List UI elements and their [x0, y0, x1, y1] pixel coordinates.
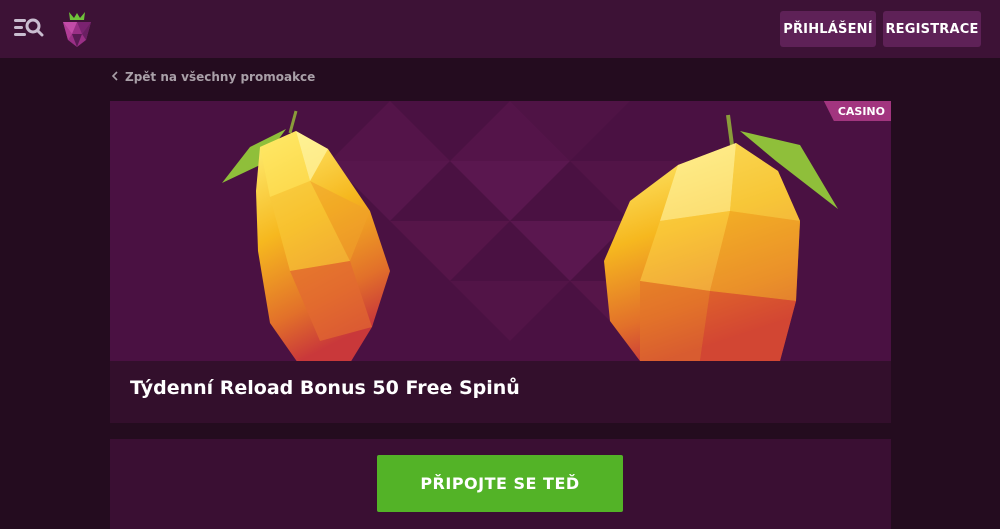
category-badge: CASINO: [823, 101, 891, 121]
promo-title: Týdenní Reload Bonus 50 Free Spinů: [130, 377, 520, 399]
raspberry-logo-icon[interactable]: [60, 10, 94, 48]
chevron-left-icon: [111, 70, 119, 84]
top-navigation-bar: PŘIHLÁŠENÍ REGISTRACE: [0, 0, 1000, 58]
cta-section: PŘIPOJTE SE TEĎ: [110, 439, 891, 529]
golden-lemons-illustration: [222, 101, 838, 361]
large-lemon-icon: [604, 114, 838, 361]
menu-search-icon[interactable]: [14, 16, 44, 40]
promo-banner-image: CASINO: [110, 101, 891, 361]
register-button[interactable]: REGISTRACE: [883, 11, 981, 47]
login-button[interactable]: PŘIHLÁŠENÍ: [780, 11, 876, 47]
back-link-label: Zpět na všechny promoakce: [125, 70, 316, 84]
back-to-promotions-link[interactable]: Zpět na všechny promoakce: [111, 69, 315, 85]
promo-card[interactable]: CASINO Týdenní Reload Bonus 50 Free Spin…: [110, 101, 891, 423]
join-now-button[interactable]: PŘIPOJTE SE TEĎ: [377, 455, 623, 512]
